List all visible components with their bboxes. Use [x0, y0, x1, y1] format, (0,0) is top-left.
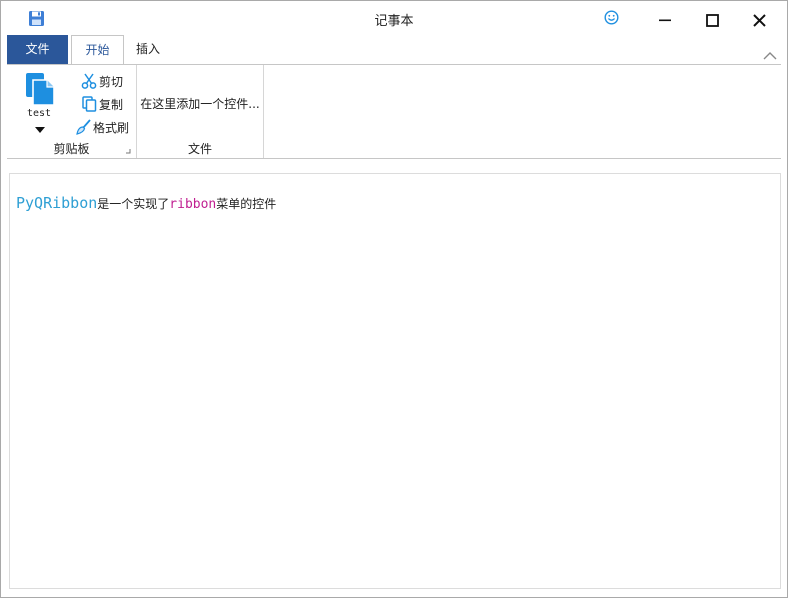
copy-button[interactable]: 复制 — [81, 93, 123, 115]
cut-label: 剪切 — [99, 74, 124, 89]
maximize-icon — [705, 13, 719, 27]
copy-icon — [82, 96, 97, 112]
brush-icon — [76, 119, 91, 135]
ribbon-panel: test 剪切 复制 格式刷 剪贴板 在这里添加一个控件... 文件 — [7, 64, 781, 159]
document-icon — [26, 73, 55, 106]
tab-home[interactable]: 开始 — [71, 35, 124, 66]
rich-text-plain-end: 菜单的控件 — [216, 197, 277, 211]
format-painter-label: 格式刷 — [93, 120, 130, 135]
collapse-ribbon-icon[interactable] — [763, 51, 777, 61]
smiley-icon[interactable] — [604, 10, 619, 25]
rich-text-accent: ribbon — [169, 197, 217, 212]
title-bar[interactable]: 记事本 — [1, 1, 787, 35]
minimize-button[interactable] — [642, 5, 688, 35]
editor-text-line: PyQRibbon是一个实现了ribbon菜单的控件 — [16, 194, 276, 212]
tab-insert[interactable]: 插入 — [126, 35, 170, 64]
text-editor[interactable]: PyQRibbon是一个实现了ribbon菜单的控件 — [9, 173, 781, 589]
test-button[interactable]: test — [15, 68, 63, 138]
copy-label: 复制 — [99, 97, 124, 112]
file-group: 在这里添加一个控件... 文件 — [137, 65, 264, 158]
tab-file[interactable]: 文件 — [7, 35, 68, 64]
clipboard-group-label: 剪贴板 — [53, 142, 90, 156]
format-painter-button[interactable]: 格式刷 — [75, 116, 129, 138]
app-window: 记事本 文件 开始 插入 test 剪切 复制 格式刷 剪贴板 在这里添加一个控… — [0, 0, 788, 598]
custom-control-placeholder: 在这里添加一个控件... — [140, 97, 260, 111]
scissors-icon — [81, 73, 97, 89]
dialog-launcher-icon[interactable] — [125, 148, 131, 154]
close-icon — [752, 13, 766, 27]
close-button[interactable] — [736, 5, 782, 35]
ribbon-tab-bar: 文件 开始 插入 — [1, 35, 787, 66]
file-group-label: 文件 — [187, 142, 212, 156]
clipboard-group: test 剪切 复制 格式刷 剪贴板 — [7, 65, 137, 158]
cut-button[interactable]: 剪切 — [81, 70, 123, 92]
rich-text-brand: PyQRibbon — [16, 194, 98, 212]
maximize-button[interactable] — [689, 5, 735, 35]
test-button-label: test — [26, 108, 52, 119]
rich-text-plain: 是一个实现了 — [97, 197, 170, 211]
minimize-icon — [659, 19, 671, 22]
dropdown-arrow-icon[interactable] — [35, 126, 45, 134]
